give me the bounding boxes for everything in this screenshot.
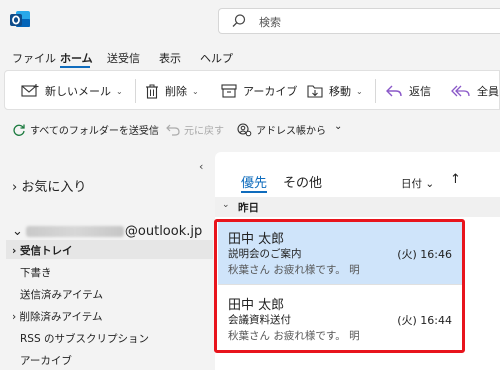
send-receive-all-button[interactable]: すべてのフォルダーを送受信 — [12, 122, 159, 137]
reply-icon — [386, 85, 402, 97]
chevron-down-icon[interactable]: ⌄ — [356, 87, 363, 96]
focused-tab-indicator — [241, 191, 267, 193]
folder-drafts[interactable]: 下書き — [20, 265, 52, 280]
filter-label: 日付 — [401, 178, 422, 190]
folder-archive[interactable]: アーカイブ — [20, 353, 72, 368]
sync-icon — [13, 124, 25, 136]
undo-label: 元に戻す — [184, 126, 224, 137]
folder-label: 削除済みアイテム — [19, 311, 103, 323]
chevron-down-icon[interactable]: ⌄ — [222, 200, 230, 210]
folder-label: RSS のサブスクリプション — [20, 333, 149, 345]
chevron-right-icon: › — [12, 180, 18, 195]
reply-all-button[interactable]: 全員 — [451, 83, 499, 99]
search-placeholder: 検索 — [259, 16, 281, 29]
address-book-button[interactable]: アドレス帳から — [237, 122, 326, 137]
account-name-redacted — [25, 226, 124, 237]
ribbon-divider — [135, 79, 136, 103]
search-icon — [232, 14, 246, 27]
folder-label: アーカイブ — [20, 355, 72, 367]
chevron-down-icon: ⌄ — [12, 224, 23, 239]
address-book-icon — [237, 122, 252, 136]
move-label: 移動 — [329, 85, 351, 98]
search-box[interactable]: 検索 — [218, 8, 500, 34]
reply-label: 返信 — [409, 85, 431, 98]
annotation-highlight-box — [214, 219, 465, 353]
tab-other[interactable]: その他 — [283, 172, 322, 191]
tab-focused[interactable]: 優先 — [241, 172, 267, 191]
folder-rss[interactable]: RSS のサブスクリプション — [20, 331, 149, 346]
delete-label: 削除 — [165, 85, 187, 98]
message-list-right-space — [470, 219, 500, 353]
quick-toolbar: すべてのフォルダーを送受信 元に戻す アドレス帳から ⌄ — [0, 114, 500, 142]
folder-label: 送信済みアイテム — [20, 289, 103, 301]
chevron-right-icon: › — [12, 311, 17, 323]
tab-file[interactable]: ファイル — [12, 50, 56, 66]
favorites-label: お気に入り — [21, 180, 87, 195]
new-mail-button[interactable]: 新しいメール ⌄ — [21, 83, 123, 99]
tab-home[interactable]: ホーム — [60, 50, 93, 66]
chevron-down-icon[interactable]: ⌄ — [192, 87, 199, 96]
sort-order-arrow-icon[interactable]: ↑ — [450, 172, 461, 187]
collapse-pane-chevron-icon[interactable]: ‹ — [199, 160, 203, 173]
new-mail-label: 新しいメール — [45, 85, 111, 98]
chevron-right-icon: › — [12, 245, 17, 257]
archive-icon — [221, 84, 237, 98]
title-bar: 検索 — [0, 0, 500, 42]
active-tab-indicator — [60, 66, 90, 68]
tab-help[interactable]: ヘルプ — [200, 50, 233, 66]
archive-label: アーカイブ — [243, 85, 298, 98]
undo-icon — [166, 124, 180, 136]
reply-button[interactable]: 返信 — [385, 83, 431, 99]
ribbon: 新しいメール ⌄ 削除 ⌄ アーカイブ 移動 ⌄ 返信 全員 — [4, 70, 500, 110]
chevron-down-icon: ⌄ — [425, 178, 435, 190]
folder-label: 下書き — [20, 267, 52, 279]
tab-send-receive[interactable]: 送受信 — [107, 50, 140, 66]
undo-button[interactable]: 元に戻す — [166, 122, 224, 137]
outlook-icon — [9, 10, 31, 30]
chevron-down-icon[interactable]: ⌄ — [116, 87, 123, 96]
address-book-label: アドレス帳から — [256, 126, 326, 137]
move-icon — [307, 84, 323, 98]
account-domain: @outlook.jp — [124, 224, 203, 239]
reply-all-label: 全員 — [477, 85, 499, 98]
folder-inbox[interactable]: › 受信トレイ — [12, 243, 72, 258]
trash-icon — [146, 84, 158, 99]
ribbon-divider — [375, 79, 376, 103]
delete-button[interactable]: 削除 ⌄ — [145, 83, 199, 99]
new-mail-icon — [21, 84, 39, 97]
move-button[interactable]: 移動 ⌄ — [307, 83, 363, 99]
group-label: 昨日 — [238, 202, 259, 214]
folder-sent[interactable]: 送信済みアイテム — [20, 287, 103, 302]
more-options-chevron-icon[interactable]: ⌄ — [334, 121, 342, 132]
archive-button[interactable]: アーカイブ — [221, 83, 297, 99]
favorites-header[interactable]: › お気に入り — [12, 176, 86, 195]
tab-view[interactable]: 表示 — [159, 50, 181, 66]
folder-deleted[interactable]: › 削除済みアイテム — [12, 309, 103, 324]
account-header[interactable]: ⌄ @outlook.jp — [12, 224, 202, 239]
menu-bar: ファイル ホーム 送受信 表示 ヘルプ — [0, 42, 500, 68]
folder-label: 受信トレイ — [19, 245, 73, 257]
reply-all-icon — [451, 85, 470, 97]
sort-filter-dropdown[interactable]: 日付 ⌄ — [401, 176, 434, 191]
send-receive-all-label: すべてのフォルダーを送受信 — [30, 126, 159, 137]
